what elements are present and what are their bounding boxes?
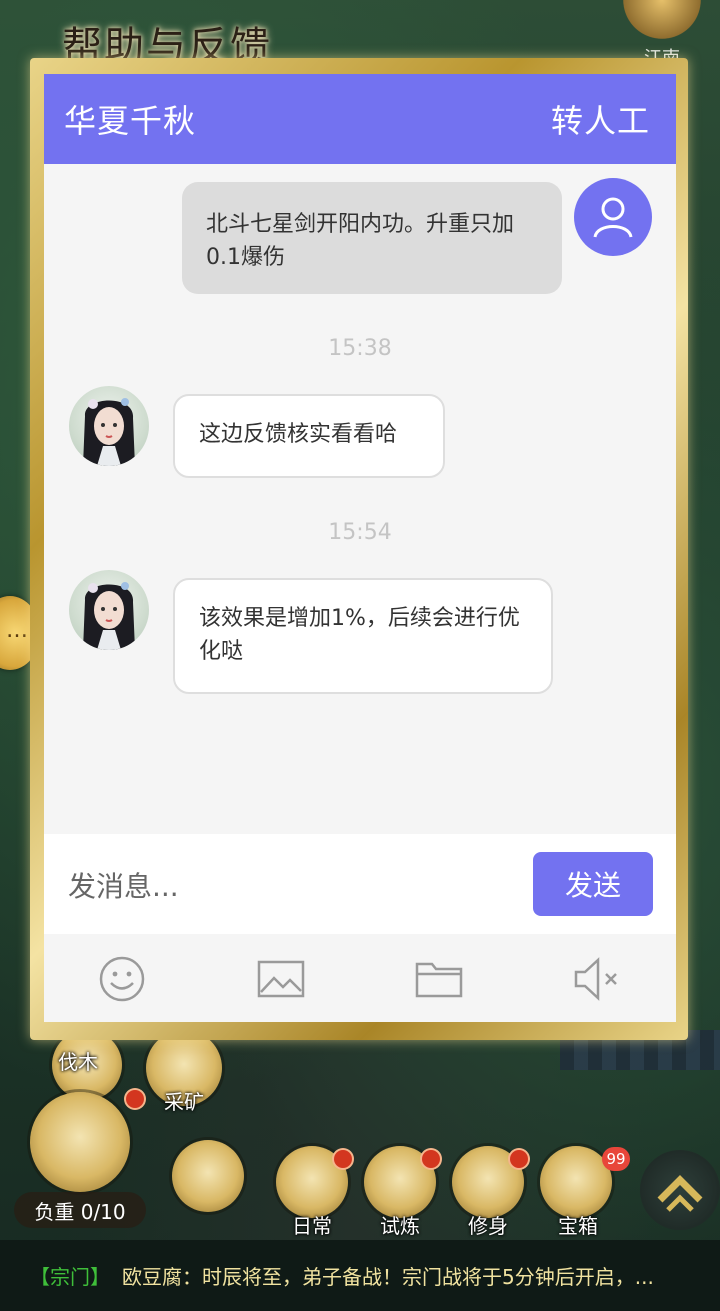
agent-portrait-icon xyxy=(83,398,135,466)
daily-notification-dot xyxy=(334,1150,352,1168)
agent-message: 这边反馈核实看看哈 xyxy=(173,394,445,478)
user-avatar xyxy=(574,178,652,256)
help-dialog: 华夏千秋 转人工 北斗七星剑开阳内功。升重只加0.1爆伤 15:38 这边反馈核… xyxy=(44,74,676,1022)
user-message: 北斗七星剑开阳内功。升重只加0.1爆伤 xyxy=(182,182,562,294)
cultivate-label: 修身 xyxy=(468,1214,508,1238)
agent-avatar xyxy=(69,386,149,466)
region-badge[interactable] xyxy=(612,0,712,40)
trial-label: 试炼 xyxy=(380,1214,420,1238)
game-name: 华夏千秋 xyxy=(64,102,197,140)
gather-wood-label: 伐木 xyxy=(58,1050,98,1074)
chevron-up-icon xyxy=(657,1175,703,1212)
dialog-header: 华夏千秋 转人工 xyxy=(44,74,676,164)
chat-area[interactable]: 北斗七星剑开阳内功。升重只加0.1爆伤 15:38 这边反馈核实看看哈 15:5… xyxy=(44,164,676,834)
message-input-bar: 发送 xyxy=(44,834,676,934)
image-icon[interactable] xyxy=(256,956,306,1002)
storehouse-button[interactable] xyxy=(30,1092,130,1192)
user-icon xyxy=(593,197,633,238)
expand-up-button[interactable] xyxy=(640,1150,720,1230)
agent-portrait-icon xyxy=(83,582,135,650)
chest-count-badge: 99 xyxy=(602,1147,630,1171)
attachment-toolbar xyxy=(44,934,676,1022)
agent-avatar xyxy=(69,570,149,650)
agent-message: 该效果是增加1%，后续会进行优化哒 xyxy=(173,578,553,694)
transfer-human-button[interactable]: 转人工 xyxy=(551,96,650,142)
chest-label: 宝箱 xyxy=(558,1214,598,1238)
mute-icon[interactable] xyxy=(572,956,622,1002)
ticker-message: 欧豆腐：时辰将至，弟子备战！宗门战将于5分钟后开启，... xyxy=(122,1265,654,1289)
message-input[interactable] xyxy=(66,858,510,914)
ticker-tag: 【宗门】 xyxy=(30,1265,110,1289)
folder-icon[interactable] xyxy=(414,956,464,1002)
pig-button[interactable] xyxy=(172,1140,244,1212)
emoji-icon[interactable] xyxy=(97,956,147,1002)
cultivate-notification-dot xyxy=(510,1150,528,1168)
send-button[interactable]: 发送 xyxy=(533,852,653,916)
message-timestamp: 15:38 xyxy=(328,336,392,361)
load-indicator: 负重 0/10 xyxy=(14,1192,146,1228)
mining-notification-dot xyxy=(126,1090,144,1108)
trial-notification-dot xyxy=(422,1150,440,1168)
announcement-ticker[interactable]: 【宗门】 欧豆腐：时辰将至，弟子备战！宗门战将于5分钟后开启，... xyxy=(0,1240,720,1311)
mining-label: 采矿 xyxy=(164,1090,204,1114)
daily-label: 日常 xyxy=(292,1214,332,1238)
message-timestamp: 15:54 xyxy=(328,520,392,545)
